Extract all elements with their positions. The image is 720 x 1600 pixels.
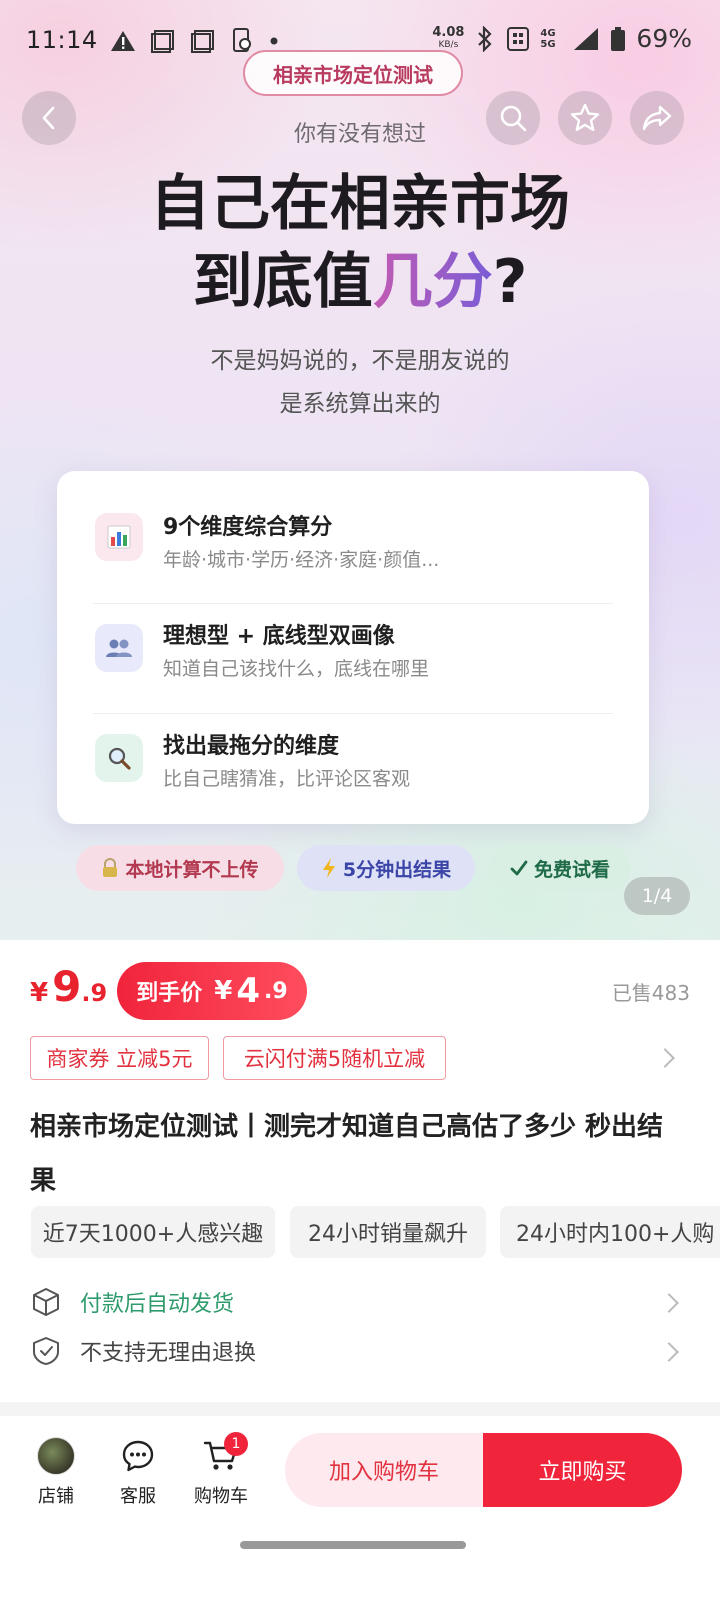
- price-integer: 9: [52, 962, 82, 1011]
- store-avatar: [37, 1437, 75, 1475]
- cart-count-badge: 1: [224, 1432, 248, 1456]
- customer-service-label: 客服: [120, 1486, 156, 1507]
- feature-description: 比自己瞎猜准，比评论区客观: [163, 768, 411, 790]
- chevron-right-icon[interactable]: [655, 1048, 675, 1068]
- store-label: 店铺: [38, 1486, 74, 1507]
- home-indicator[interactable]: [240, 1541, 466, 1549]
- coupon-merchant[interactable]: 商家券 立减5元: [30, 1036, 209, 1080]
- popularity-chip: 24小时内100+人购: [500, 1206, 720, 1258]
- final-price-integer: 4: [236, 971, 261, 1011]
- product-title: 相亲市场定位测试丨测完才知道自己高估了多少 秒出结果: [30, 1112, 664, 1196]
- price-decimal: .9: [81, 979, 108, 1007]
- product-image-carousel[interactable]: 11:14 4.08 KB/s 4G 5G 69% 相亲市场定位测试 你有没有想…: [0, 0, 720, 960]
- magnifier-icon: [95, 734, 143, 782]
- feature-item: 理想型 + 底线型双画像 知道自己该找什么，底线在哪里: [93, 603, 613, 713]
- signal-icon: [574, 27, 599, 50]
- bar-chart-icon: [95, 513, 143, 561]
- phone-sync-icon: [233, 28, 251, 52]
- service-auto-delivery[interactable]: 付款后自动发货: [30, 1280, 690, 1324]
- hero-title-highlight: 几分: [372, 247, 493, 317]
- customer-service-button[interactable]: 客服: [103, 1436, 173, 1508]
- window-icon: [191, 30, 214, 53]
- badge-label: 本地计算不上传: [125, 858, 259, 881]
- feature-title: 理想型 + 底线型双画像: [163, 624, 395, 649]
- badge-label: 5分钟出结果: [342, 858, 452, 881]
- carousel-page-indicator: 1/4: [624, 877, 690, 915]
- hero-description-line2: 是系统算出来的: [279, 391, 441, 417]
- hero-tag: 相亲市场定位测试: [243, 50, 463, 96]
- hero-description-line1: 不是妈妈说的，不是朋友说的: [210, 348, 510, 374]
- lightning-icon: [322, 858, 335, 878]
- hero-title-line2: 到底值几分?: [0, 246, 720, 318]
- product-info: ¥ 9 .9 到手价 ¥ 4 .9 已售483 商家券 立减5元 云闪付满5随机…: [0, 940, 720, 1402]
- coupon-unionpay[interactable]: 云闪付满5随机立减: [223, 1036, 446, 1080]
- popularity-chip: 24小时销量飙升: [290, 1206, 486, 1258]
- cart-button[interactable]: 1 购物车: [186, 1432, 256, 1508]
- feature-description: 知道自己该找什么，底线在哪里: [163, 658, 430, 680]
- bluetooth-icon: [478, 25, 492, 52]
- network-speed: 4.08 KB/s: [432, 24, 465, 51]
- service-no-return[interactable]: 不支持无理由退换: [30, 1329, 690, 1373]
- status-system-icons: 4.08 KB/s 4G 5G 69%: [432, 24, 692, 53]
- feature-title: 找出最拖分的维度: [163, 734, 340, 759]
- service-label: 不支持无理由退换: [80, 1341, 257, 1366]
- feature-description: 年龄·城市·学历·经济·家庭·颜值...: [163, 549, 440, 571]
- original-price: ¥ 9 .9: [30, 962, 107, 1011]
- network-speed-value: 4.08: [432, 24, 465, 40]
- hero-title-line1: 自己在相亲市场: [0, 168, 720, 240]
- badge-free-preview: 免费试看: [489, 845, 631, 891]
- bottom-action-bar: 店铺 客服 1 购物车 加入购物车 立即购买: [0, 1416, 720, 1600]
- final-price-currency: ¥: [214, 976, 233, 1006]
- chat-icon: [118, 1436, 158, 1476]
- sold-count: 已售483: [611, 981, 690, 1005]
- buy-now-button[interactable]: 立即购买: [483, 1433, 682, 1507]
- package-icon: [30, 1286, 62, 1318]
- service-label: 付款后自动发货: [80, 1292, 235, 1317]
- cart-label: 购物车: [194, 1486, 248, 1507]
- feature-title: 9个维度综合算分: [163, 515, 333, 540]
- hero-title-suffix: ?: [492, 247, 528, 317]
- final-price-badge: 到手价 ¥ 4 .9: [117, 962, 307, 1020]
- feature-item: 找出最拖分的维度 比自己瞎猜准，比评论区客观: [93, 713, 613, 823]
- badge-fast-result: 5分钟出结果: [297, 845, 475, 891]
- shield-check-icon: [30, 1335, 62, 1367]
- badge-label: 免费试看: [533, 858, 610, 881]
- add-to-cart-button[interactable]: 加入购物车: [285, 1433, 483, 1507]
- final-price-decimal: .9: [264, 978, 288, 1004]
- feature-item: 9个维度综合算分 年龄·城市·学历·经济·家庭·颜值...: [93, 493, 613, 603]
- hero-title-prefix: 到底值: [192, 247, 373, 317]
- status-notification-icons: [110, 28, 280, 54]
- hero-title-text: 自己在相亲市场: [150, 169, 570, 239]
- status-time: 11:14: [26, 26, 98, 54]
- check-icon: [510, 860, 528, 876]
- network-type-label: 4G 5G: [540, 27, 556, 50]
- window-icon: [151, 30, 174, 53]
- final-price-label: 到手价: [136, 981, 203, 1006]
- battery-icon: [611, 26, 626, 51]
- warning-icon: [111, 31, 135, 51]
- feature-card: 9个维度综合算分 年龄·城市·学历·经济·家庭·颜值... 理想型 + 底线型双…: [57, 471, 649, 824]
- badge-local-compute: 本地计算不上传: [76, 845, 284, 891]
- store-button[interactable]: 店铺: [21, 1436, 91, 1508]
- network-speed-unit: KB/s: [438, 39, 459, 50]
- battery-percent: 69%: [636, 24, 692, 53]
- nfc-icon: [507, 26, 530, 51]
- price-currency: ¥: [30, 978, 49, 1008]
- people-icon: [95, 624, 143, 672]
- hero-subtitle: 你有没有想过: [293, 122, 426, 147]
- lock-icon: [103, 858, 118, 877]
- popularity-chip: 近7天1000+人感兴趣: [31, 1206, 275, 1258]
